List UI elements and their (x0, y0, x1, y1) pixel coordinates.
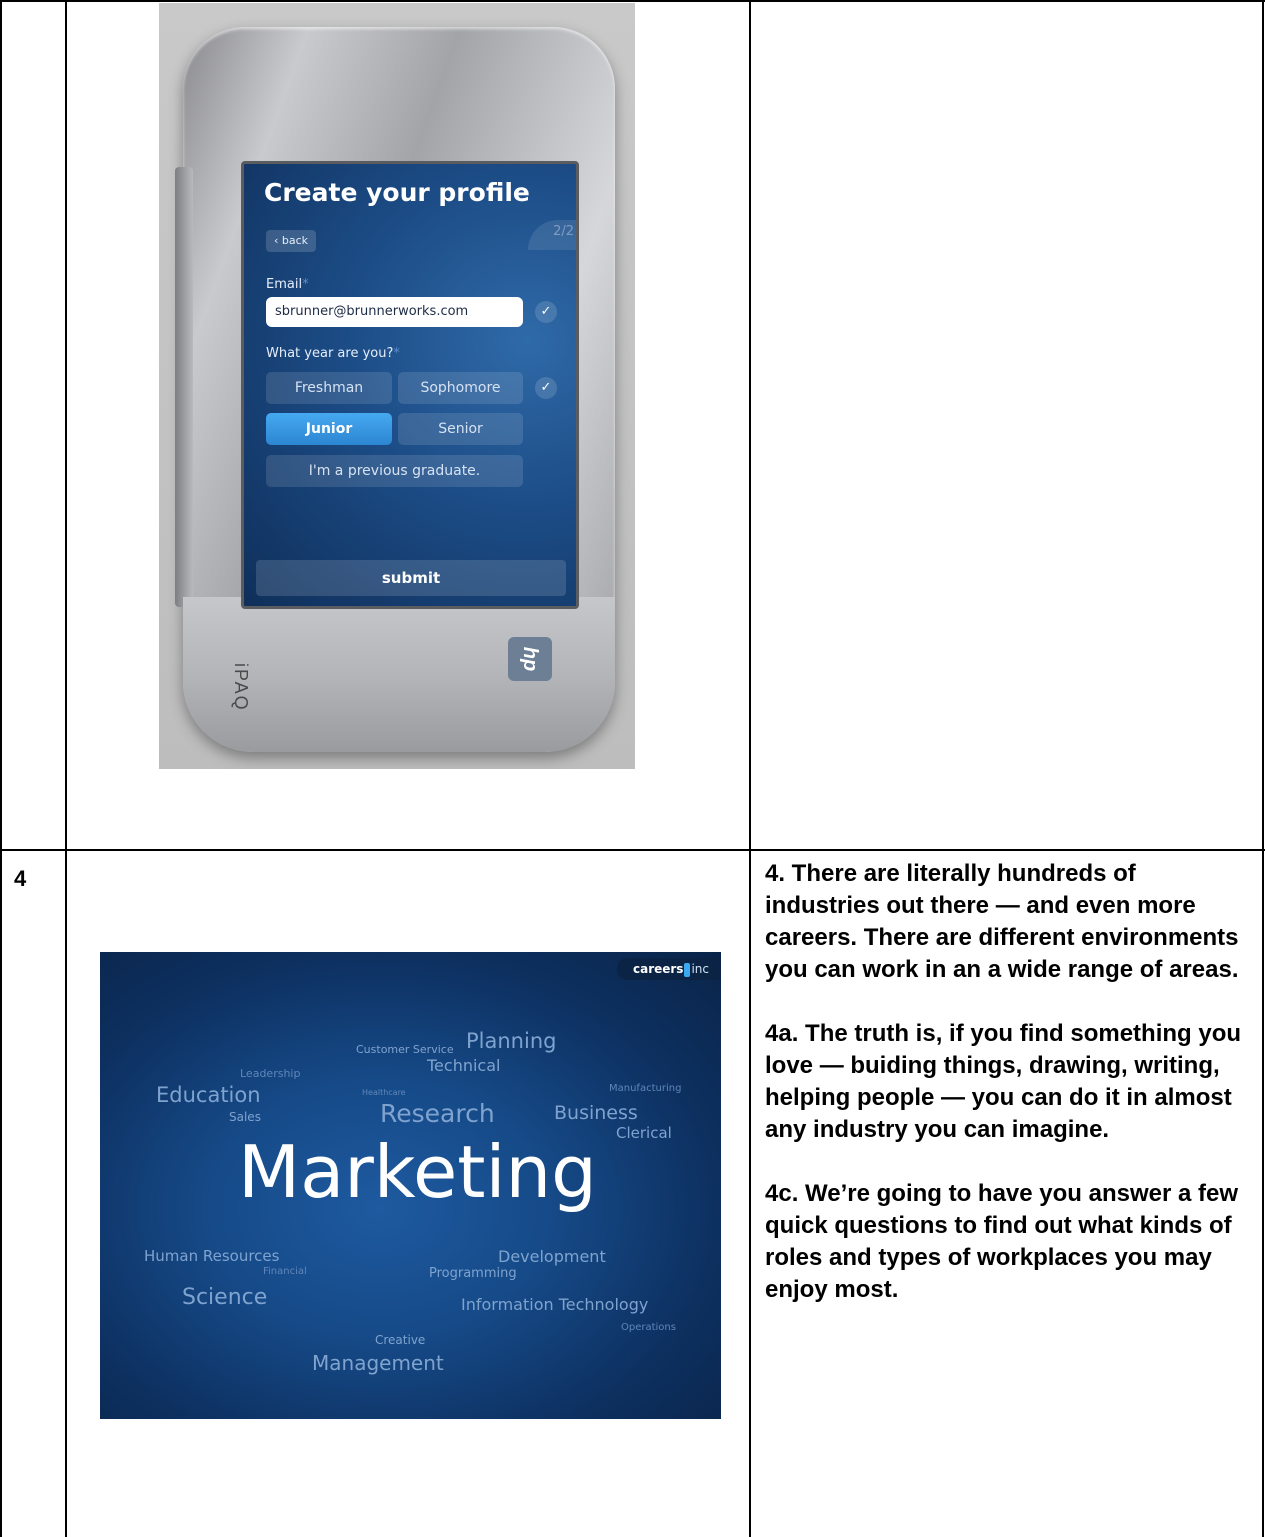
required-mark: * (302, 277, 309, 292)
required-mark: * (393, 346, 400, 361)
table-border-top (0, 0, 1265, 2)
year-check-icon: ✓ (535, 377, 557, 399)
hp-logo-icon: hp (508, 637, 552, 681)
table-row-divider (0, 849, 1265, 851)
note-paragraph: 4. There are literally hundreds of indus… (765, 860, 1239, 983)
email-check-icon: ✓ (535, 301, 557, 323)
cloud-word: Management (312, 1351, 444, 1375)
submit-button[interactable]: submit (256, 560, 566, 596)
logo-suffix: inc (691, 962, 709, 976)
email-label-text: Email (266, 277, 303, 292)
device-side-rail (175, 167, 193, 607)
table-divider-2 (749, 0, 751, 1537)
ipaq-label: iPAQ (231, 663, 251, 712)
step-indicator: 2/2 (528, 220, 576, 250)
notes-column: 4. There are literally hundreds of indus… (765, 858, 1257, 1338)
back-button[interactable]: ‹ back (266, 230, 317, 252)
person-icon (684, 962, 691, 977)
email-label: Email* (266, 277, 309, 292)
note-paragraph: 4c. We’re going to have you answer a few… (765, 1180, 1239, 1303)
option-senior[interactable]: Senior (398, 413, 523, 445)
cloud-word: Creative (375, 1333, 426, 1347)
logo-text: careers (632, 962, 684, 976)
year-label-text: What year are you? (266, 346, 394, 361)
cloud-word: Financial (263, 1266, 307, 1277)
cloud-word: Leadership (240, 1067, 301, 1080)
cloud-word: Development (498, 1247, 606, 1266)
cloud-word: Information Technology (461, 1295, 649, 1314)
cloud-word: Healthcare (362, 1088, 406, 1097)
option-sophomore[interactable]: Sophomore (398, 372, 523, 404)
cloud-word: Business (554, 1102, 638, 1124)
cloud-word: Programming (429, 1266, 517, 1281)
option-freshman[interactable]: Freshman (266, 372, 392, 404)
careersinc-logo: careers inc (616, 958, 721, 980)
email-field[interactable]: sbrunner@brunnerworks.com (266, 297, 523, 327)
table-border-right (1262, 0, 1264, 1537)
cloud-word: Customer Service (356, 1043, 454, 1056)
table-border-left (0, 0, 2, 1537)
year-label: What year are you?* (266, 346, 400, 361)
option-previous-graduate[interactable]: I'm a previous graduate. (266, 455, 523, 487)
device-screen: Create your profile 2/2 ‹ back Email* sb… (241, 161, 579, 609)
screen-title: Create your profile (264, 178, 530, 207)
cloud-word: Manufacturing (609, 1083, 682, 1094)
row-number: 4 (14, 866, 27, 891)
cloud-word: Planning (466, 1029, 557, 1053)
word-cloud-slide: careers inc Customer Service Planning Lea… (100, 952, 721, 1419)
cloud-word: Education (156, 1083, 261, 1107)
device-mockup-image: iPAQ hp Create your profile 2/2 ‹ back E… (159, 3, 635, 769)
note-paragraph: 4a. The truth is, if you find something … (765, 1020, 1242, 1143)
cloud-word: Sales (229, 1110, 261, 1124)
option-junior[interactable]: Junior (266, 413, 392, 445)
cloud-word: Technical (427, 1056, 501, 1075)
cloud-word: Human Resources (144, 1247, 280, 1265)
cloud-word: Marketing (238, 1130, 597, 1214)
cloud-word: Operations (621, 1322, 676, 1333)
cloud-word: Research (380, 1099, 495, 1128)
table-divider-1 (65, 0, 67, 1537)
cloud-word: Clerical (616, 1124, 672, 1142)
cloud-word: Science (182, 1285, 268, 1310)
